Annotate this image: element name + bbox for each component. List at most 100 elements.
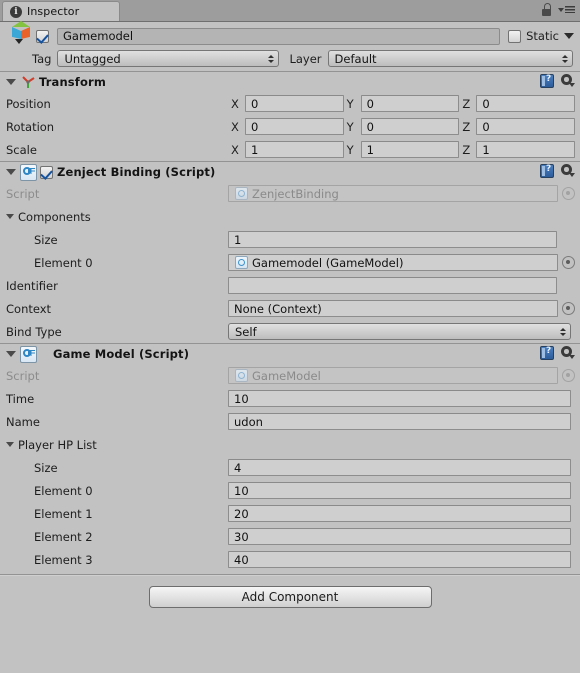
chevron-updown-icon <box>268 54 275 63</box>
gameobject-name-row: Gamemodel Static <box>6 21 574 45</box>
property-label: Size <box>34 232 58 247</box>
object-picker-icon[interactable] <box>562 302 575 315</box>
name-input[interactable]: udon <box>228 413 571 430</box>
property-row-bind-type: Bind Type Self <box>0 320 580 343</box>
axis-label-x: X <box>231 142 239 157</box>
gameobject-header: Gamemodel Static Tag Untagged Layer Defa… <box>0 21 580 71</box>
foldout-arrow-icon[interactable] <box>6 169 16 175</box>
axis-label-x: X <box>231 119 239 134</box>
property-label: Context <box>6 301 52 316</box>
object-picker-icon[interactable] <box>562 256 575 269</box>
position-z-input[interactable]: 0 <box>476 95 576 112</box>
settings-gear-icon[interactable] <box>560 346 575 360</box>
foldout-arrow-icon[interactable] <box>6 442 14 447</box>
property-label: Element 0 <box>34 483 93 498</box>
hp-size-input[interactable]: 4 <box>228 459 571 476</box>
axis-label-z: Z <box>462 142 471 157</box>
gameobject-enabled-checkbox[interactable] <box>36 29 49 43</box>
identifier-input[interactable] <box>228 277 557 294</box>
axis-label-y: Y <box>346 96 354 111</box>
property-row-context: Context None (Context) <box>0 297 580 320</box>
component-header-actions <box>540 346 575 360</box>
tab-inspector[interactable]: i Inspector <box>2 1 120 21</box>
component-header-zenject-binding[interactable]: Zenject Binding (Script) <box>0 162 580 182</box>
component-header-game-model[interactable]: Game Model (Script) <box>0 344 580 364</box>
hp-element-2-input[interactable]: 30 <box>228 528 571 545</box>
scale-z-input[interactable]: 1 <box>476 141 576 158</box>
info-icon: i <box>10 5 22 18</box>
rotation-y-input[interactable]: 0 <box>360 118 460 135</box>
property-row-hp-element-2: Element 2 30 <box>0 525 580 548</box>
csharp-script-icon <box>20 163 37 181</box>
help-book-icon[interactable] <box>540 74 554 88</box>
hp-element-3-input[interactable]: 40 <box>228 551 571 568</box>
static-checkbox[interactable] <box>508 29 522 43</box>
axis-label-z: Z <box>462 96 471 111</box>
position-x-input[interactable]: 0 <box>245 95 344 112</box>
component-header-transform[interactable]: Transform <box>0 72 580 92</box>
property-row-script: Script ZenjectBinding <box>0 182 580 205</box>
property-row-script: Script GameModel <box>0 364 580 387</box>
property-label: Position <box>6 96 51 111</box>
hamburger-menu-icon[interactable] <box>558 6 575 13</box>
context-field[interactable]: None (Context) <box>228 300 558 317</box>
gameobject-cube-icon[interactable] <box>8 20 36 48</box>
settings-gear-icon[interactable] <box>560 164 575 178</box>
settings-gear-icon[interactable] <box>560 74 575 88</box>
tab-bar: i Inspector <box>0 0 580 22</box>
help-book-icon[interactable] <box>540 164 554 178</box>
foldout-arrow-icon[interactable] <box>6 214 14 219</box>
foldout-arrow-icon[interactable] <box>6 351 16 357</box>
property-label: Bind Type <box>6 324 62 339</box>
scale-x-input[interactable]: 1 <box>245 141 344 158</box>
layer-dropdown[interactable]: Default <box>327 50 573 67</box>
add-component-button[interactable]: Add Component <box>148 586 432 608</box>
chevron-updown-icon <box>562 54 568 63</box>
csharp-script-icon <box>20 345 37 363</box>
foldout-arrow-icon[interactable] <box>6 79 16 85</box>
tag-value: Untagged <box>64 51 121 66</box>
property-row-position: Position X0 Y0 Z0 <box>0 92 580 115</box>
lock-icon[interactable] <box>541 3 552 16</box>
hp-element-1-input[interactable]: 20 <box>228 505 571 522</box>
gameobject-name-input[interactable]: Gamemodel <box>57 27 501 45</box>
csharp-script-icon <box>235 369 248 382</box>
property-row-player-hp-list-foldout[interactable]: Player HP List <box>0 433 580 456</box>
rotation-x-input[interactable]: 0 <box>245 118 344 135</box>
static-group: Static <box>508 29 574 43</box>
property-row-components-size: Size 1 <box>0 228 580 251</box>
position-y-input[interactable]: 0 <box>360 95 460 112</box>
property-label: Element 2 <box>34 529 93 544</box>
object-field: ZenjectBinding <box>228 185 575 202</box>
scale-y-input[interactable]: 1 <box>360 141 460 158</box>
component-title: Game Model (Script) <box>53 347 190 361</box>
help-book-icon[interactable] <box>540 346 554 360</box>
axis-label-z: Z <box>462 119 471 134</box>
zenject-script-field: ZenjectBinding <box>228 185 558 202</box>
property-row-hp-element-0: Element 0 10 <box>0 479 580 502</box>
component-title: Zenject Binding (Script) <box>57 165 216 179</box>
axis-label-y: Y <box>346 119 354 134</box>
property-row-hp-element-1: Element 1 20 <box>0 502 580 525</box>
property-row-hp-element-3: Element 3 40 <box>0 548 580 571</box>
inspector-window: i Inspector Gamemodel Static Tag Untagge… <box>0 0 580 673</box>
csharp-script-icon <box>235 256 248 269</box>
hp-element-0-input[interactable]: 10 <box>228 482 571 499</box>
static-dropdown-icon[interactable] <box>564 33 574 39</box>
time-input[interactable]: 10 <box>228 390 571 407</box>
property-row-rotation: Rotation X0 Y0 Z0 <box>0 115 580 138</box>
tag-dropdown[interactable]: Untagged <box>57 50 280 67</box>
chevron-updown-icon <box>560 327 566 336</box>
property-label: Size <box>34 460 58 475</box>
component-enabled-checkbox[interactable] <box>40 165 53 179</box>
property-label: Scale <box>6 142 37 157</box>
components-element-0-field[interactable]: Gamemodel (GameModel) <box>228 254 558 271</box>
property-row-components-foldout[interactable]: Components <box>0 205 580 228</box>
property-label: Script <box>6 186 40 201</box>
property-label: Player HP List <box>18 437 97 452</box>
vector3-field: X1 Y1 Z1 <box>228 141 576 158</box>
rotation-z-input[interactable]: 0 <box>476 118 576 135</box>
components-element-0-value: Gamemodel (GameModel) <box>252 255 404 270</box>
bind-type-dropdown[interactable]: Self <box>228 323 571 340</box>
components-size-input[interactable]: 1 <box>228 231 557 248</box>
